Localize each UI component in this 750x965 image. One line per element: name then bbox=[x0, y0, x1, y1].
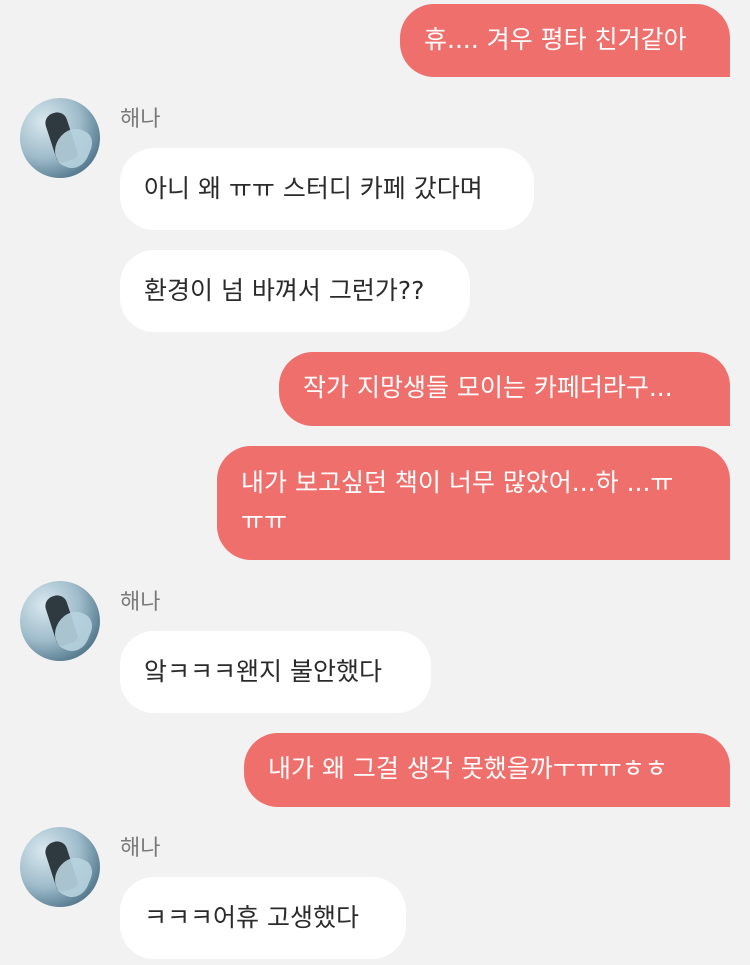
received-message-bubble[interactable]: 환경이 넘 바껴서 그런가?? bbox=[120, 250, 470, 332]
message-text: 환경이 넘 바껴서 그런가?? bbox=[144, 276, 425, 305]
received-message-bubble[interactable]: 아니 왜 ㅠㅠ 스터디 카페 갔다며 bbox=[120, 148, 534, 230]
sent-message-bubble[interactable]: 내가 왜 그걸 생각 못했을까ㅜㅠㅠㅎㅎ bbox=[244, 733, 730, 807]
message-text: 앜ㅋㅋㅋ왠지 불안했다 bbox=[144, 657, 382, 686]
message-text: ㅋㅋㅋ어휴 고생했다 bbox=[144, 903, 359, 932]
contact-avatar[interactable] bbox=[20, 98, 100, 178]
message-text: 아니 왜 ㅠㅠ 스터디 카페 갔다며 bbox=[144, 174, 483, 203]
contact-name: 해나 bbox=[120, 107, 161, 132]
received-message-bubble[interactable]: 앜ㅋㅋㅋ왠지 불안했다 bbox=[120, 631, 431, 713]
message-text-line: 내가 보고싶던 책이 너무 많았어...하 ...ㅠ bbox=[241, 468, 674, 497]
message-text: 작가 지망생들 모이는 카페더라구... bbox=[303, 373, 673, 402]
chat-thread[interactable]: 휴.... 겨우 평타 친거같아 해나 아니 왜 ㅠㅠ 스터디 카페 갔다며 환… bbox=[0, 0, 750, 965]
received-message-bubble[interactable]: ㅋㅋㅋ어휴 고생했다 bbox=[120, 877, 406, 959]
message-text-line: ㅠㅠ bbox=[241, 506, 288, 535]
contact-name: 해나 bbox=[120, 590, 161, 615]
message-text: 내가 왜 그걸 생각 못했을까ㅜㅠㅠㅎㅎ bbox=[268, 754, 668, 783]
message-text: 휴.... 겨우 평타 친거같아 bbox=[424, 25, 687, 54]
sent-message-bubble[interactable]: 작가 지망생들 모이는 카페더라구... bbox=[279, 352, 730, 426]
contact-avatar[interactable] bbox=[20, 581, 100, 661]
sent-message-bubble[interactable]: 내가 보고싶던 책이 너무 많았어...하 ...ㅠ ㅠㅠ bbox=[217, 446, 730, 560]
sent-message-bubble[interactable]: 휴.... 겨우 평타 친거같아 bbox=[400, 4, 730, 77]
contact-name: 해나 bbox=[120, 836, 161, 861]
contact-avatar[interactable] bbox=[20, 827, 100, 907]
